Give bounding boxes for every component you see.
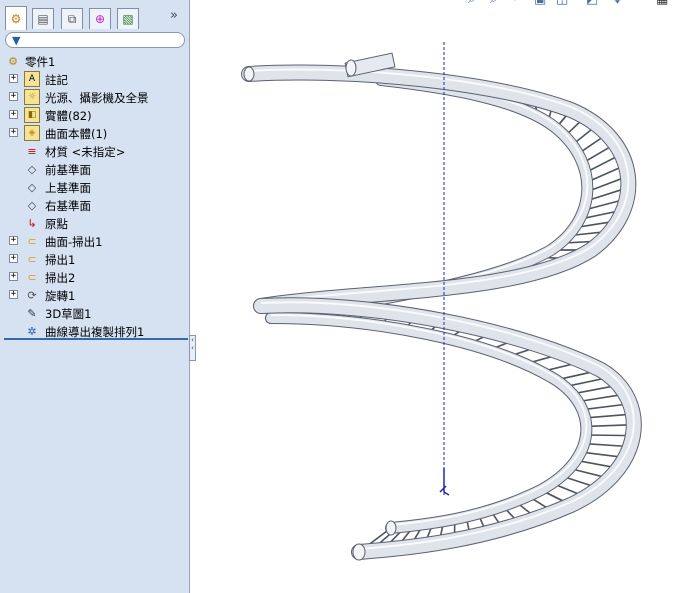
revolve-icon: ⟳: [27, 288, 37, 302]
featuremanager-tab[interactable]: ⚙: [5, 6, 27, 30]
tree-item[interactable]: + ◈ 曲面本體(1): [0, 124, 188, 142]
surface-bodies-icon: ◈: [24, 125, 40, 141]
expand-plus-icon[interactable]: +: [9, 74, 18, 83]
tree-item[interactable]: ✎ 3D草圖1: [0, 304, 188, 322]
tree-item[interactable]: + ☼ 光源、攝影機及全景: [0, 88, 188, 106]
expand-plus-icon[interactable]: +: [9, 290, 18, 299]
tree-item[interactable]: + ⟳ 旋轉1: [0, 286, 188, 304]
sweep-icon: ⊂: [27, 270, 37, 284]
expand-chevron-icon[interactable]: »: [170, 8, 178, 23]
plane-icon: ◇: [27, 198, 37, 212]
tree-item[interactable]: ◇ 前基準面: [0, 160, 188, 178]
rail-end-cap: [345, 59, 357, 77]
tree-item[interactable]: + ⊂ 掃出1: [0, 250, 188, 268]
tree-root-part[interactable]: ⚙ 零件1: [0, 52, 188, 70]
tree-item-label: 註記: [45, 73, 68, 87]
solid-bodies-icon: ◧: [24, 107, 40, 123]
filter-icon: ▼: [12, 34, 21, 47]
tree-item-label: 旋轉1: [45, 289, 76, 303]
tree-item-label: 材質 <未指定>: [45, 145, 126, 159]
tree-item-label: 曲面-掃出1: [45, 235, 103, 249]
origin-icon: ↳: [27, 216, 37, 230]
annotations-icon: A: [24, 71, 40, 87]
part-icon: ⚙: [8, 54, 18, 68]
tree-item-label: 掃出1: [45, 253, 76, 267]
plane-icon: ◇: [27, 162, 37, 176]
origin-triad-icon: [439, 468, 450, 496]
tree-root-label: 零件1: [25, 55, 56, 69]
curve-pattern-icon: ✲: [27, 324, 37, 338]
lights-cameras-icon: ☼: [24, 89, 40, 105]
tree-item[interactable]: + ⊂ 掃出2: [0, 268, 188, 286]
tree-filter-input[interactable]: ▼: [5, 32, 185, 48]
tree-item-label: 右基準面: [45, 199, 91, 213]
rail-end-cap: [352, 543, 366, 561]
tree-item-label: 實體(82): [45, 109, 92, 123]
graphics-area[interactable]: [191, 0, 675, 593]
expand-plus-icon[interactable]: +: [9, 272, 18, 281]
dimxpert-tab[interactable]: ⊕: [89, 8, 111, 29]
surface-sweep-icon: ⊂: [27, 234, 37, 248]
tree-item[interactable]: + A 註記: [0, 70, 188, 88]
featuremanager-panel: ⚙ ▤ ⧉ ⊕ ▧ » ▼ ⚙ 零件1 + A 註記 + ☼ 光源、攝影機及全景 + ◧ 實體(…: [0, 0, 196, 593]
tree-item[interactable]: + ⊂ 曲面-掃出1: [0, 232, 188, 250]
tree-item-label: 原點: [45, 217, 68, 231]
tree-item[interactable]: ◇ 右基準面: [0, 196, 188, 214]
display-manager-icon: ▧: [122, 12, 134, 26]
tree-item[interactable]: ≡ 材質 <未指定>: [0, 142, 188, 160]
configurationmanager-icon: ⧉: [67, 11, 77, 26]
crosshair-icon: ⊕: [94, 12, 106, 26]
rail-end-cap: [385, 520, 397, 536]
propertymanager-icon: ▤: [37, 12, 49, 26]
tree-item-label: 掃出2: [45, 271, 76, 285]
expand-plus-icon[interactable]: +: [9, 236, 18, 245]
expand-plus-icon[interactable]: +: [9, 128, 18, 137]
display-manager-tab[interactable]: ▧: [117, 8, 139, 29]
spiral-slide-model: [241, 52, 642, 561]
sketch3d-icon: ✎: [27, 306, 37, 320]
expand-plus-icon[interactable]: +: [9, 92, 18, 101]
tree-rollback-bar[interactable]: [4, 338, 188, 340]
configurationmanager-tab[interactable]: ⧉: [61, 8, 83, 29]
tree-item[interactable]: ◇ 上基準面: [0, 178, 188, 196]
panel-tab-bar: ⚙ ▤ ⧉ ⊕ ▧ »: [0, 0, 190, 30]
propertymanager-tab[interactable]: ▤: [32, 8, 54, 29]
tree-item-label: 前基準面: [45, 163, 91, 177]
plane-icon: ◇: [27, 180, 37, 194]
tree-item-label: 曲面本體(1): [45, 127, 108, 141]
rail-end-cap: [243, 66, 255, 82]
material-icon: ≡: [27, 144, 37, 158]
tree-item-label: 光源、攝影機及全景: [45, 91, 149, 105]
tree-item[interactable]: ↳ 原點: [0, 214, 188, 232]
tree-item[interactable]: + ◧ 實體(82): [0, 106, 188, 124]
expand-plus-icon[interactable]: +: [9, 254, 18, 263]
sweep-icon: ⊂: [27, 252, 37, 266]
tree-item-label: 3D草圖1: [45, 307, 92, 321]
featuremanager-icon: ⚙: [10, 11, 22, 26]
tree-item-label: 上基準面: [45, 181, 91, 195]
expand-plus-icon[interactable]: +: [9, 110, 18, 119]
